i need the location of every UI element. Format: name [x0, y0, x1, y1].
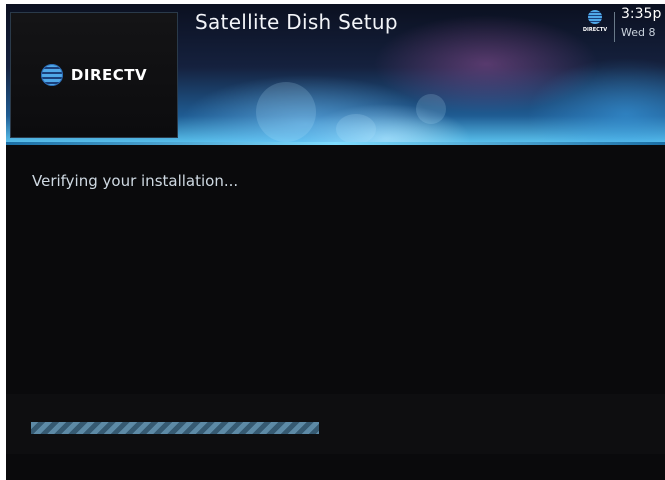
bokeh-light: [336, 114, 376, 144]
corner-brand-text: DIRECTV: [582, 27, 608, 33]
header-divider: [6, 142, 665, 145]
page-title: Satellite Dish Setup: [195, 10, 398, 34]
channel-logo-panel: DIRECTV: [10, 12, 178, 138]
directv-globe-icon: [588, 10, 602, 24]
brand-logo-text: DIRECTV: [70, 66, 148, 84]
progress-panel: [6, 394, 665, 454]
clock-date: Wed 8: [621, 26, 656, 39]
clock-time: 3:35p: [621, 6, 662, 22]
divider: [614, 12, 615, 42]
progress-bar-fill: [31, 422, 319, 434]
status-message: Verifying your installation...: [32, 172, 239, 190]
tv-screen: DIRECTV Satellite Dish Setup DIRECTV 3:3…: [6, 4, 665, 480]
bokeh-light: [256, 82, 316, 142]
corner-brand-logo: DIRECTV: [582, 10, 608, 44]
bokeh-light: [416, 94, 446, 124]
directv-globe-icon: [40, 64, 63, 86]
progress-bar: [31, 422, 631, 434]
header-banner: DIRECTV Satellite Dish Setup DIRECTV 3:3…: [6, 4, 665, 144]
